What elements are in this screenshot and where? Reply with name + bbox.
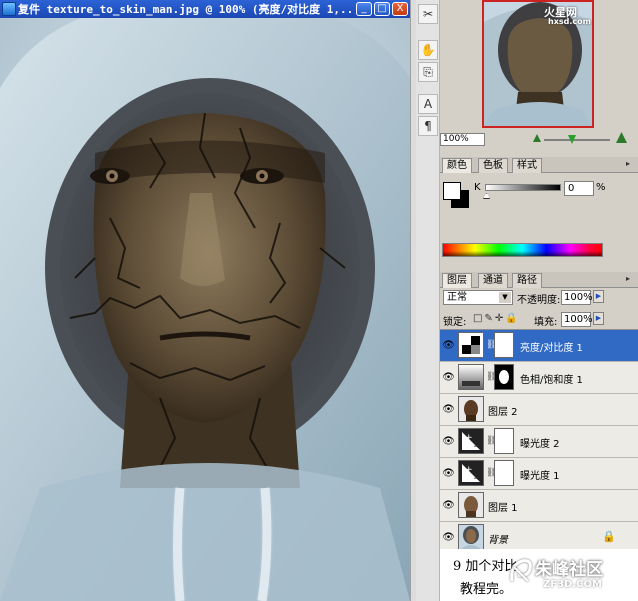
zoom-slider[interactable] (544, 139, 610, 141)
paragraph-panel-icon[interactable]: ¶ (418, 116, 438, 136)
opacity-input[interactable]: 100% (561, 290, 593, 305)
fill-input[interactable]: 100% (561, 312, 593, 327)
visibility-eye-icon[interactable]: 👁 (441, 402, 456, 417)
zoom-in-icon[interactable] (616, 132, 627, 143)
layer-thumbnail (458, 492, 484, 518)
k-value-input[interactable]: 0 (564, 181, 594, 196)
photoshop-doc-icon (2, 2, 16, 16)
exposure-adjustment-icon: + − (458, 428, 484, 454)
layer-mask-thumbnail[interactable] (494, 332, 514, 358)
panel-menu-icon[interactable]: ▸ (626, 160, 634, 168)
tab-layers[interactable]: 图层 (442, 273, 472, 288)
tab-styles[interactable]: 样式 (512, 158, 542, 173)
svg-text:+: + (465, 433, 473, 443)
tab-swatches[interactable]: 色板 (478, 158, 508, 173)
layer-row[interactable]: 👁 ⛓ 亮度/对比度 1 (440, 330, 638, 362)
k-channel-handle[interactable] (483, 193, 490, 199)
layer-name: 曝光度 2 (520, 439, 560, 450)
chevron-down-icon[interactable]: ▼ (499, 292, 511, 303)
hxsd-watermark-url: hxsd.com (548, 17, 591, 26)
zf3d-watermark-brand: 朱峰社区 (535, 560, 603, 580)
zoom-out-icon[interactable] (533, 134, 541, 142)
svg-text:+: + (465, 465, 473, 475)
visibility-eye-icon[interactable]: 👁 (441, 530, 456, 545)
blend-mode-value: 正常 (447, 292, 467, 303)
tab-paths[interactable]: 路径 (512, 273, 542, 288)
canvas-photo[interactable] (0, 18, 410, 601)
tutorial-caption: 9 加个对比 教程完。 朱峰社区 ZF3D.COM (440, 549, 638, 601)
slice-tool-icon[interactable]: ✂ (418, 4, 438, 24)
document-title: 复件 texture_to_skin_man.jpg @ 100% (亮度/对比… (18, 3, 354, 16)
layer-name: 背景 (488, 535, 508, 546)
navigator-panel: 火星网 hxsd.com 100% (440, 0, 638, 148)
percent-unit: % (596, 182, 606, 193)
zoom-input[interactable]: 100% (440, 133, 485, 146)
tab-color[interactable]: 颜色 (442, 158, 472, 173)
brightness-contrast-adjustment-icon (458, 332, 484, 358)
character-panel-icon[interactable]: A (418, 94, 438, 114)
document-window: 复件 texture_to_skin_man.jpg @ 100% (亮度/对比… (0, 0, 410, 601)
layer-mask-thumbnail[interactable] (494, 428, 514, 454)
opacity-slider-icon[interactable]: ▶ (593, 290, 604, 303)
layer-mask-thumbnail[interactable] (494, 460, 514, 486)
background-thumbnail (458, 524, 484, 550)
layers-panel: 图层 通道 路径 ▸ 正常 ▼ 不透明度: 100% ▶ 锁定: □✎✛🔒 填充… (440, 272, 638, 601)
visibility-eye-icon[interactable]: 👁 (441, 338, 456, 353)
hue-saturation-adjustment-icon (458, 364, 484, 390)
layer-thumbnail (458, 396, 484, 422)
blend-mode-select[interactable]: 正常 ▼ (443, 290, 513, 305)
panel-dock: 火星网 hxsd.com 100% 颜色 色板 样式 ▸ K 0 % 图层 通道… (440, 0, 638, 601)
layers-panel-tabs: 图层 通道 路径 ▸ (440, 272, 638, 288)
zf3d-watermark-url: ZF3D.COM (543, 579, 602, 590)
k-channel-slider[interactable] (485, 184, 561, 191)
layer-row[interactable]: 👁 图层 2 (440, 394, 638, 426)
opacity-label: 不透明度: (517, 295, 561, 306)
hand-tool-icon[interactable]: ✋ (418, 40, 438, 60)
layer-row[interactable]: 👁 + − ⛓ 曝光度 2 (440, 426, 638, 458)
navigator-thumbnail[interactable]: 火星网 hxsd.com (482, 0, 594, 128)
fill-slider-icon[interactable]: ▶ (593, 312, 604, 325)
layer-name: 亮度/对比度 1 (520, 343, 583, 354)
layer-row[interactable]: 👁 ⛓ 色相/饱和度 1 (440, 362, 638, 394)
visibility-eye-icon[interactable]: 👁 (441, 370, 456, 385)
layer-name: 图层 2 (488, 407, 518, 418)
layer-mask-thumbnail[interactable] (494, 364, 514, 390)
visibility-eye-icon[interactable]: 👁 (441, 434, 456, 449)
minimize-button[interactable]: _ (356, 2, 372, 16)
svg-text:−: − (473, 442, 481, 452)
tool-strip: ✂ ✋ ⎘ A ¶ (416, 0, 440, 601)
exposure-adjustment-icon: + − (458, 460, 484, 486)
clone-tool-icon[interactable]: ⎘ (418, 62, 438, 82)
channel-label: K (474, 182, 481, 193)
color-panel: 颜色 色板 样式 ▸ K 0 % (440, 157, 638, 265)
zf3d-logo-icon (510, 559, 532, 582)
svg-text:−: − (473, 474, 481, 484)
color-spectrum-ramp[interactable] (442, 243, 603, 257)
visibility-eye-icon[interactable]: 👁 (441, 466, 456, 481)
layers-menu-icon[interactable]: ▸ (626, 275, 634, 283)
layer-list: 👁 ⛓ 亮度/对比度 1 👁 ⛓ 色相/饱和度 1 👁 图层 2 👁 + − ⛓… (440, 329, 638, 554)
lock-icon: 🔒 (602, 530, 616, 543)
layer-name: 图层 1 (488, 503, 518, 514)
cracked-skin-portrait (0, 18, 410, 601)
layer-name: 色相/饱和度 1 (520, 375, 583, 386)
maximize-button[interactable]: □ (374, 2, 390, 16)
lock-label: 锁定: (443, 317, 467, 328)
tab-channels[interactable]: 通道 (478, 273, 508, 288)
close-button[interactable]: X (392, 2, 408, 16)
color-panel-tabs: 颜色 色板 样式 ▸ (440, 157, 638, 173)
caption-end-text: 教程完。 (460, 582, 513, 597)
fill-label: 填充: (534, 317, 558, 328)
lock-options-icons[interactable]: □✎✛🔒 (473, 313, 520, 324)
foreground-color-swatch[interactable] (443, 182, 461, 200)
layer-row[interactable]: 👁 图层 1 (440, 490, 638, 522)
document-title-bar[interactable]: 复件 texture_to_skin_man.jpg @ 100% (亮度/对比… (0, 0, 410, 18)
layer-row[interactable]: 👁 + − ⛓ 曝光度 1 (440, 458, 638, 490)
visibility-eye-icon[interactable]: 👁 (441, 498, 456, 513)
layer-name: 曝光度 1 (520, 471, 560, 482)
